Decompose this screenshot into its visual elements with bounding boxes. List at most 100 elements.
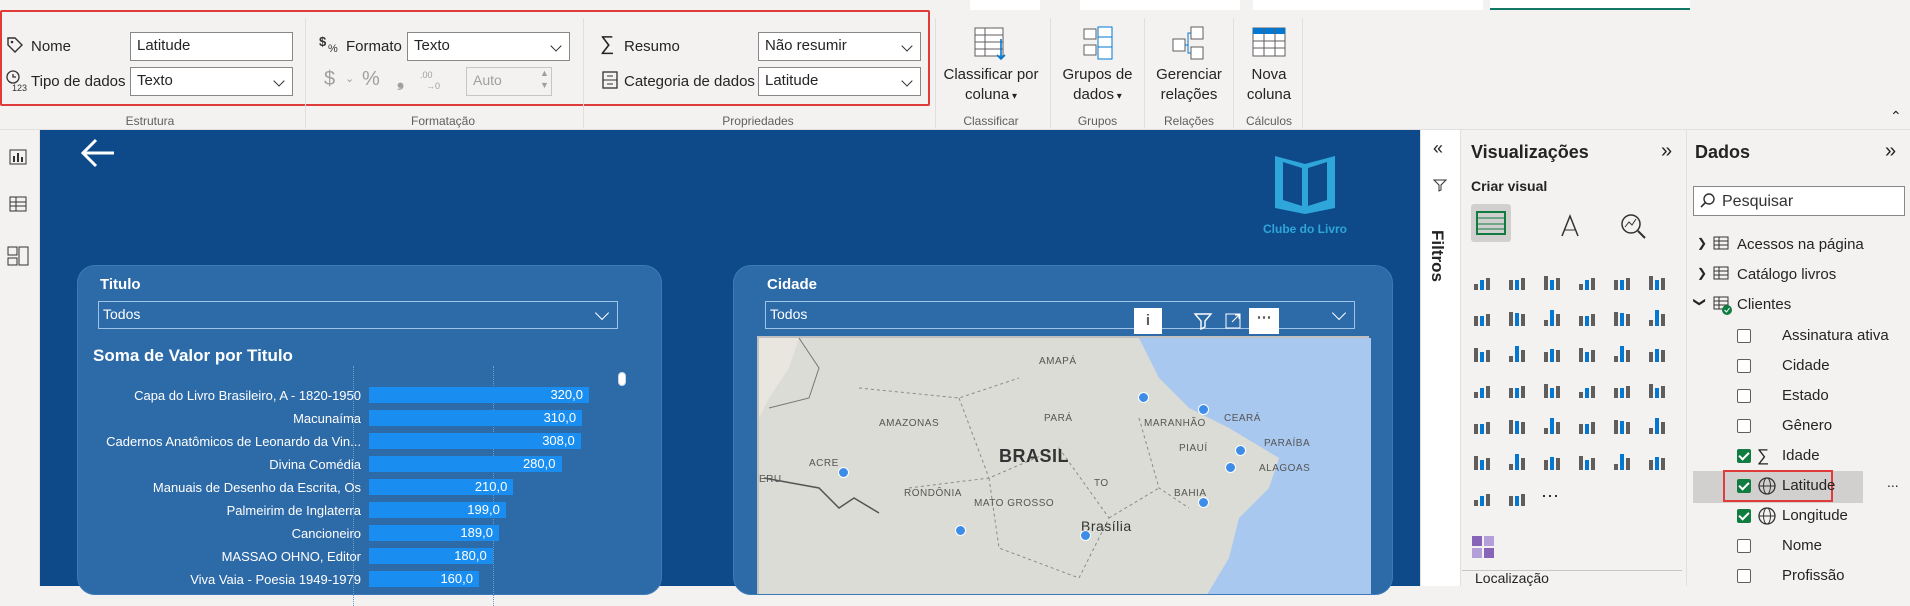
visual-type-icon[interactable]: [1471, 306, 1493, 328]
visual-type-icon[interactable]: [1646, 270, 1668, 292]
visual-type-icon[interactable]: [1576, 270, 1598, 292]
map-point[interactable]: [1138, 392, 1149, 403]
bar[interactable]: 320,0: [369, 387, 589, 403]
chevron-right-icon[interactable]: ❯: [1697, 236, 1707, 250]
bar[interactable]: 160,0: [369, 571, 479, 587]
visual-type-icon[interactable]: [1646, 378, 1668, 400]
bar[interactable]: 308,0: [369, 433, 581, 449]
visual-type-icon[interactable]: [1541, 414, 1563, 436]
map-point[interactable]: [838, 467, 849, 478]
visual-type-icon[interactable]: [1541, 342, 1563, 364]
data-type-dropdown[interactable]: Texto: [130, 67, 293, 96]
bar[interactable]: 199,0: [369, 502, 506, 518]
report-view-icon[interactable]: [8, 146, 28, 170]
currency-button[interactable]: $: [324, 68, 335, 91]
more-options-icon[interactable]: ⋯: [1249, 308, 1279, 334]
new-column-button[interactable]: Nova coluna: [1238, 25, 1300, 105]
map-point[interactable]: [955, 525, 966, 536]
field-checkbox[interactable]: [1737, 329, 1751, 343]
sort-by-column-button[interactable]: Classificar por coluna ▾: [940, 25, 1042, 107]
bar[interactable]: 189,0: [369, 525, 499, 541]
visual-type-icon[interactable]: [1541, 270, 1563, 292]
format-visual-icon[interactable]: [1556, 212, 1584, 244]
visual-type-icon[interactable]: [1471, 486, 1493, 508]
visual-type-icon[interactable]: [1611, 270, 1633, 292]
field-checkbox[interactable]: [1737, 389, 1751, 403]
model-view-icon[interactable]: [6, 244, 30, 272]
map-point[interactable]: [1198, 404, 1209, 415]
table-acessos[interactable]: Acessos na página: [1737, 236, 1864, 253]
visual-type-icon[interactable]: [1506, 378, 1528, 400]
collapse-pane-icon[interactable]: »: [1661, 140, 1672, 163]
visual-type-icon[interactable]: [1646, 342, 1668, 364]
field-label[interactable]: Cidade: [1782, 357, 1830, 374]
map-point[interactable]: [1198, 497, 1209, 508]
table-clientes[interactable]: Clientes: [1737, 296, 1791, 313]
filter-icon[interactable]: [1189, 308, 1217, 334]
field-label[interactable]: Assinatura ativa: [1782, 327, 1889, 344]
visual-type-icon[interactable]: [1646, 414, 1668, 436]
custom-visual-icon[interactable]: [1471, 535, 1495, 559]
field-label[interactable]: Profissão: [1782, 567, 1845, 584]
visual-type-icon[interactable]: [1611, 306, 1633, 328]
bar[interactable]: 310,0: [369, 410, 583, 426]
focus-mode-icon[interactable]: [1219, 308, 1247, 334]
field-label[interactable]: Idade: [1782, 447, 1820, 464]
visual-type-icon[interactable]: [1506, 414, 1528, 436]
field-label[interactable]: Longitude: [1782, 507, 1848, 524]
bar[interactable]: 280,0: [369, 456, 562, 472]
visual-type-icon[interactable]: [1471, 378, 1493, 400]
visual-type-icon[interactable]: [1471, 450, 1493, 472]
bar[interactable]: 180,0: [369, 548, 493, 564]
visual-type-icon[interactable]: [1506, 342, 1528, 364]
field-checkbox[interactable]: [1737, 479, 1751, 493]
visual-type-icon[interactable]: ⋯: [1541, 486, 1563, 508]
field-checkbox[interactable]: [1737, 419, 1751, 433]
visual-type-icon[interactable]: [1576, 414, 1598, 436]
field-label[interactable]: Latitude: [1782, 477, 1835, 494]
visual-type-icon[interactable]: [1611, 414, 1633, 436]
visual-type-icon[interactable]: [1506, 486, 1528, 508]
chevron-right-icon[interactable]: ❯: [1697, 266, 1707, 280]
visual-type-icon[interactable]: [1471, 414, 1493, 436]
visual-type-icon[interactable]: [1541, 306, 1563, 328]
comma-style-icon[interactable]: ❟: [397, 70, 404, 91]
visual-type-icon[interactable]: [1471, 270, 1493, 292]
visual-type-icon[interactable]: [1576, 342, 1598, 364]
field-label[interactable]: Nome: [1782, 537, 1822, 554]
field-label[interactable]: Estado: [1782, 387, 1829, 404]
analytics-icon[interactable]: [1619, 212, 1647, 244]
table-view-icon[interactable]: [8, 194, 28, 218]
field-label[interactable]: Gênero: [1782, 417, 1832, 434]
expand-filters-icon[interactable]: «: [1433, 138, 1443, 159]
table-catalogo[interactable]: Catálogo livros: [1737, 266, 1836, 283]
name-input[interactable]: Latitude: [130, 32, 293, 61]
visual-type-icon[interactable]: [1611, 378, 1633, 400]
bar[interactable]: 210,0: [369, 479, 514, 495]
search-input[interactable]: Pesquisar: [1693, 186, 1905, 216]
visual-type-icon[interactable]: [1646, 306, 1668, 328]
filters-pane-collapsed[interactable]: « Filtros: [1420, 130, 1460, 586]
data-groups-button[interactable]: Grupos de dados ▾: [1055, 25, 1140, 107]
percent-button[interactable]: %: [362, 68, 380, 91]
collapse-pane-icon[interactable]: »: [1885, 140, 1896, 163]
info-icon[interactable]: i: [1134, 308, 1162, 334]
visual-type-icon[interactable]: [1541, 450, 1563, 472]
format-dropdown[interactable]: Texto: [407, 32, 570, 61]
field-checkbox[interactable]: [1737, 449, 1751, 463]
ribbon-tab-active[interactable]: [1490, 0, 1690, 10]
field-checkbox[interactable]: [1737, 359, 1751, 373]
data-category-dropdown[interactable]: Latitude: [758, 67, 921, 96]
visual-type-icon[interactable]: [1611, 450, 1633, 472]
visual-type-icon[interactable]: [1576, 306, 1598, 328]
summary-dropdown[interactable]: Não resumir: [758, 32, 921, 61]
map-point[interactable]: [1080, 530, 1091, 541]
field-checkbox[interactable]: [1737, 539, 1751, 553]
collapse-ribbon-icon[interactable]: ⌃: [1890, 108, 1902, 125]
map-point[interactable]: [1225, 462, 1236, 473]
field-checkbox[interactable]: [1737, 569, 1751, 583]
visual-type-icon[interactable]: [1576, 378, 1598, 400]
visual-type-icon[interactable]: [1646, 450, 1668, 472]
map-visual[interactable]: AMAPÁ AMAZONAS PARÁ MARANHÃO CEARÁ PARAÍBA PIA…: [757, 336, 1371, 594]
spinner-icon[interactable]: ▲ ▼: [540, 67, 549, 91]
